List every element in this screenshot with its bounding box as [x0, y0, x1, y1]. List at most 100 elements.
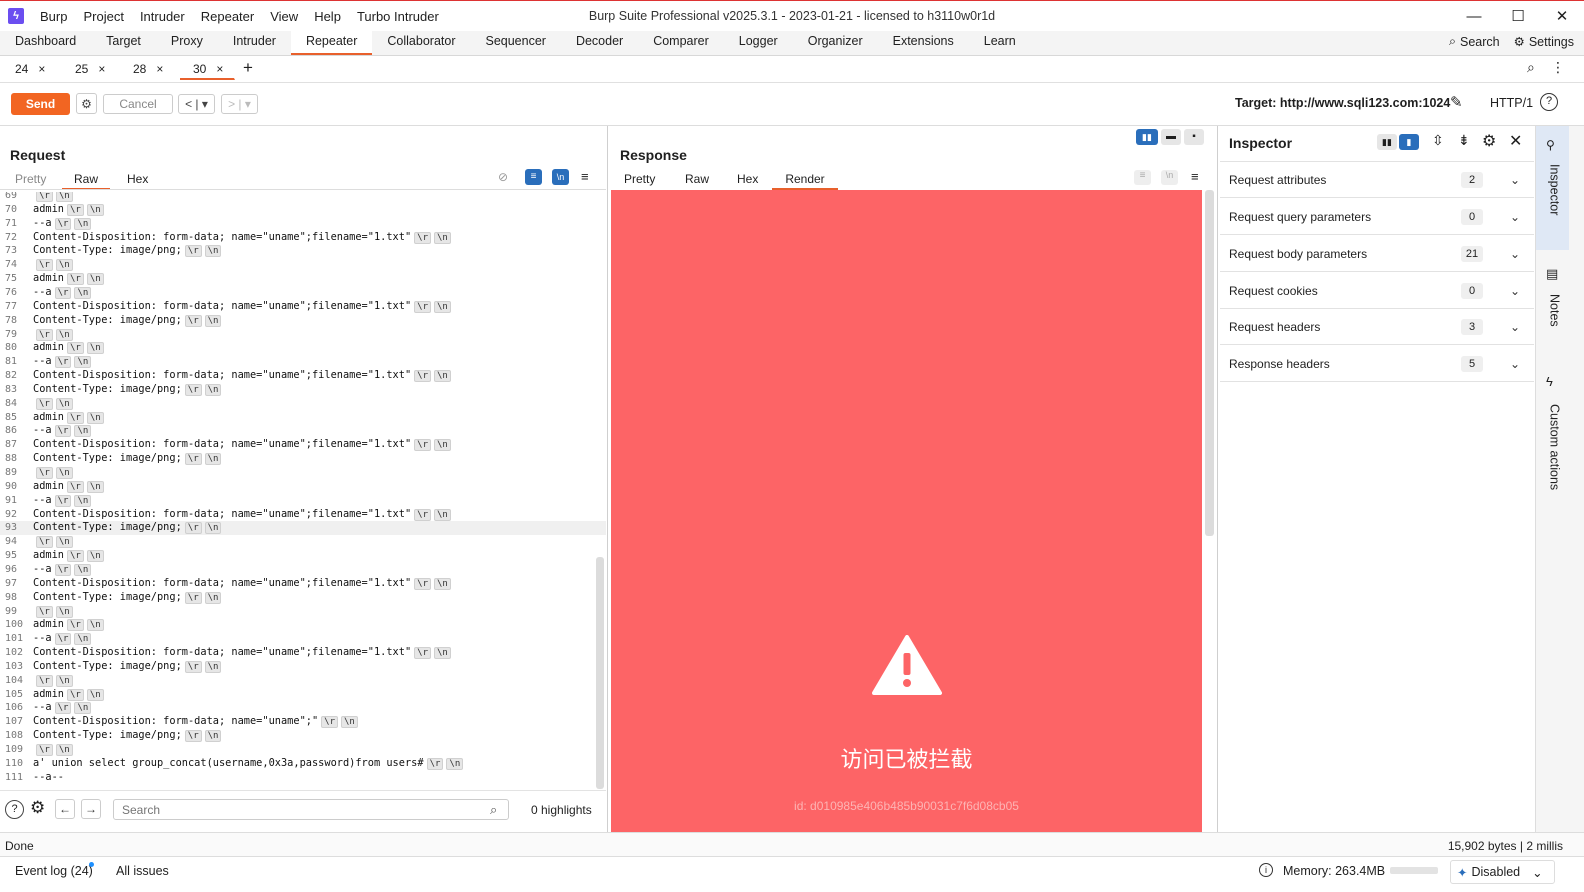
menu-view[interactable]: View: [270, 9, 298, 24]
add-tab-icon[interactable]: +: [243, 58, 253, 78]
request-line[interactable]: 98 Content-Type: image/png; \r \n: [0, 591, 606, 605]
request-line[interactable]: 87 Content-Disposition: form-data; name="…: [0, 438, 606, 452]
request-line[interactable]: 71 --a \r \n: [0, 217, 606, 231]
line-text[interactable]: Content-Disposition: form-data; name="un…: [33, 508, 451, 522]
repeater-tab-24[interactable]: 24 ×: [2, 58, 56, 80]
edit-target-icon[interactable]: ✎: [1450, 93, 1463, 111]
request-line[interactable]: 101 --a \r \n: [0, 632, 606, 646]
line-text[interactable]: \r \n: [33, 466, 73, 480]
wrap-lines-icon[interactable]: ≡: [525, 169, 542, 185]
request-line[interactable]: 76 --a \r \n: [0, 286, 606, 300]
inspector-row-request-attributes[interactable]: Request attributes 2 ⌄: [1220, 162, 1534, 198]
line-text[interactable]: Content-Disposition: form-data; name="un…: [33, 715, 358, 729]
close-tab-icon[interactable]: ×: [98, 62, 105, 76]
request-line[interactable]: 103 Content-Type: image/png; \r \n: [0, 660, 606, 674]
request-line[interactable]: 92 Content-Disposition: form-data; name="…: [0, 508, 606, 522]
ai-toggle-dropdown[interactable]: ✦ Disabled ⌄: [1450, 860, 1555, 884]
close-tab-icon[interactable]: ×: [38, 62, 45, 76]
line-text[interactable]: admin \r \n: [33, 480, 104, 494]
line-text[interactable]: Content-Type: image/png; \r \n: [33, 314, 222, 328]
repeater-tab-30[interactable]: 30 ×: [180, 58, 235, 80]
request-line[interactable]: 102 Content-Disposition: form-data; name=…: [0, 646, 606, 660]
request-line[interactable]: 109 \r \n: [0, 743, 606, 757]
info-icon[interactable]: i: [1259, 863, 1273, 877]
inspector-layout-icon[interactable]: ▮▮: [1377, 134, 1397, 150]
line-text[interactable]: admin \r \n: [33, 549, 104, 563]
line-text[interactable]: --a \r \n: [33, 701, 92, 715]
search-settings-icon[interactable]: ⚙: [30, 798, 45, 818]
response-tab-render[interactable]: Render: [772, 172, 838, 190]
line-text[interactable]: a' union select group_concat(username,0x…: [33, 757, 464, 771]
request-line[interactable]: 83 Content-Type: image/png; \r \n: [0, 383, 606, 397]
request-line[interactable]: 84 \r \n: [0, 397, 606, 411]
close-tab-icon[interactable]: ×: [156, 62, 163, 76]
line-text[interactable]: Content-Disposition: form-data; name="un…: [33, 300, 451, 314]
request-line[interactable]: 77 Content-Disposition: form-data; name="…: [0, 300, 606, 314]
line-text[interactable]: Content-Disposition: form-data; name="un…: [33, 577, 451, 591]
settings-button[interactable]: ⚙ Settings: [1514, 34, 1574, 50]
request-search-input[interactable]: [113, 799, 509, 820]
editor-menu-icon[interactable]: ≡: [581, 169, 589, 184]
tab-repeater[interactable]: Repeater: [290, 30, 373, 55]
line-text[interactable]: admin \r \n: [33, 618, 104, 632]
request-line[interactable]: 106 --a \r \n: [0, 701, 606, 715]
line-text[interactable]: --a \r \n: [33, 494, 92, 508]
menu-help[interactable]: Help: [314, 9, 341, 24]
line-text[interactable]: Content-Type: image/png; \r \n: [33, 660, 222, 674]
line-text[interactable]: admin \r \n: [33, 272, 104, 286]
menu-turbo-intruder[interactable]: Turbo Intruder: [357, 9, 439, 24]
line-text[interactable]: Content-Type: image/png; \r \n: [33, 383, 222, 397]
line-text[interactable]: \r \n: [33, 743, 73, 757]
tab-sequencer[interactable]: Sequencer: [470, 30, 560, 55]
request-editor[interactable]: 69 \r \n 70 admin \r \n 71 --a \r \n 72 Content-Disp…: [0, 192, 606, 788]
line-text[interactable]: admin \r \n: [33, 203, 104, 217]
line-text[interactable]: --a \r \n: [33, 286, 92, 300]
tab-intruder[interactable]: Intruder: [218, 30, 291, 55]
chevron-down-icon[interactable]: ⌄: [1510, 247, 1520, 261]
response-tab-hex[interactable]: Hex: [737, 172, 758, 190]
search-tabs-icon[interactable]: ⌕: [1527, 59, 1535, 76]
tab-comparer[interactable]: Comparer: [638, 30, 724, 55]
tab-extensions[interactable]: Extensions: [878, 30, 969, 55]
line-text[interactable]: --a \r \n: [33, 424, 92, 438]
line-text[interactable]: Content-Disposition: form-data; name="un…: [33, 646, 451, 660]
request-tab-hex[interactable]: Hex: [127, 172, 148, 190]
hide-nonprintable-icon[interactable]: ⊘: [498, 170, 515, 185]
editor-menu-icon[interactable]: ≡: [1191, 169, 1199, 184]
inspector-row-query-parameters[interactable]: Request query parameters 0 ⌄: [1220, 199, 1534, 235]
request-line[interactable]: 97 Content-Disposition: form-data; name="…: [0, 577, 606, 591]
request-line[interactable]: 85 admin \r \n: [0, 411, 606, 425]
request-line[interactable]: 90 admin \r \n: [0, 480, 606, 494]
tab-decoder[interactable]: Decoder: [561, 30, 638, 55]
chevron-down-icon[interactable]: ⌄: [1510, 173, 1520, 187]
tab-proxy[interactable]: Proxy: [156, 30, 218, 55]
line-text[interactable]: --a \r \n: [33, 632, 92, 646]
layout-top-bottom-icon[interactable]: ▬: [1161, 129, 1181, 145]
line-text[interactable]: Content-Type: image/png; \r \n: [33, 244, 222, 258]
line-text[interactable]: Content-Disposition: form-data; name="un…: [33, 369, 451, 383]
chevron-down-icon[interactable]: ⌄: [1510, 357, 1520, 371]
line-text[interactable]: \r \n: [33, 328, 73, 342]
more-options-icon[interactable]: ⋮: [1551, 59, 1565, 76]
close-window-icon[interactable]: ✕: [1540, 1, 1584, 31]
menu-project[interactable]: Project: [83, 9, 123, 24]
chevron-down-icon[interactable]: ⌄: [1510, 284, 1520, 298]
request-tab-raw[interactable]: Raw: [62, 172, 110, 190]
collapse-all-icon[interactable]: ⇟: [1458, 132, 1470, 149]
response-scrollbar[interactable]: [1205, 190, 1214, 536]
request-scrollbar[interactable]: [596, 557, 604, 789]
expand-all-icon[interactable]: ⇳: [1432, 132, 1444, 149]
chevron-down-icon[interactable]: ⌄: [1510, 210, 1520, 224]
tab-learn[interactable]: Learn: [969, 30, 1031, 55]
global-search-button[interactable]: ⌕ Search: [1449, 34, 1500, 49]
line-text[interactable]: admin \r \n: [33, 341, 104, 355]
line-text[interactable]: admin \r \n: [33, 688, 104, 702]
tab-logger[interactable]: Logger: [724, 30, 793, 55]
tab-target[interactable]: Target: [91, 30, 156, 55]
close-tab-icon[interactable]: ×: [216, 62, 223, 76]
inspector-layout-active-icon[interactable]: ▮: [1399, 134, 1419, 150]
repeater-tab-25[interactable]: 25 ×: [62, 58, 116, 80]
menu-intruder[interactable]: Intruder: [140, 9, 185, 24]
request-line[interactable]: 108 Content-Type: image/png; \r \n: [0, 729, 606, 743]
response-tab-pretty[interactable]: Pretty: [624, 172, 655, 190]
